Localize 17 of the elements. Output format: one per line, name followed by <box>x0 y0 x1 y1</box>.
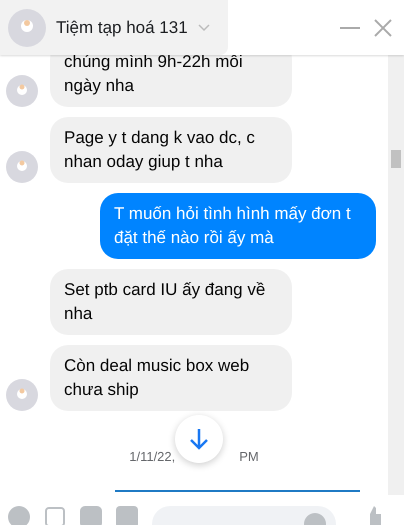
scroll-down-button[interactable] <box>175 415 223 463</box>
minimize-icon[interactable] <box>340 26 360 30</box>
timestamp: 1/11/22, <box>129 448 176 466</box>
received-message: Set ptb card IU ấy đang về nha <box>50 269 292 335</box>
received-message: Còn deal music box web chưa ship <box>50 345 292 411</box>
arrow-down-icon <box>190 428 208 450</box>
sent-message: T muốn hỏi tình hình mấy đơn t đặt thế nào rồi ấy mà <box>100 193 376 259</box>
chevron-down-icon[interactable] <box>198 24 210 32</box>
received-message: Page y t dang k vao dc, c nhan oday giup t nha <box>50 117 292 183</box>
image-icon[interactable] <box>44 506 66 525</box>
close-icon[interactable] <box>374 18 392 36</box>
gif-icon[interactable] <box>116 506 138 525</box>
timestamp: PM <box>239 448 259 466</box>
scrollbar[interactable] <box>388 55 404 495</box>
chat-title: Tiệm tạp hoá 131 <box>56 16 188 39</box>
sticker-icon[interactable] <box>80 506 102 525</box>
avatar-icon <box>8 8 46 46</box>
